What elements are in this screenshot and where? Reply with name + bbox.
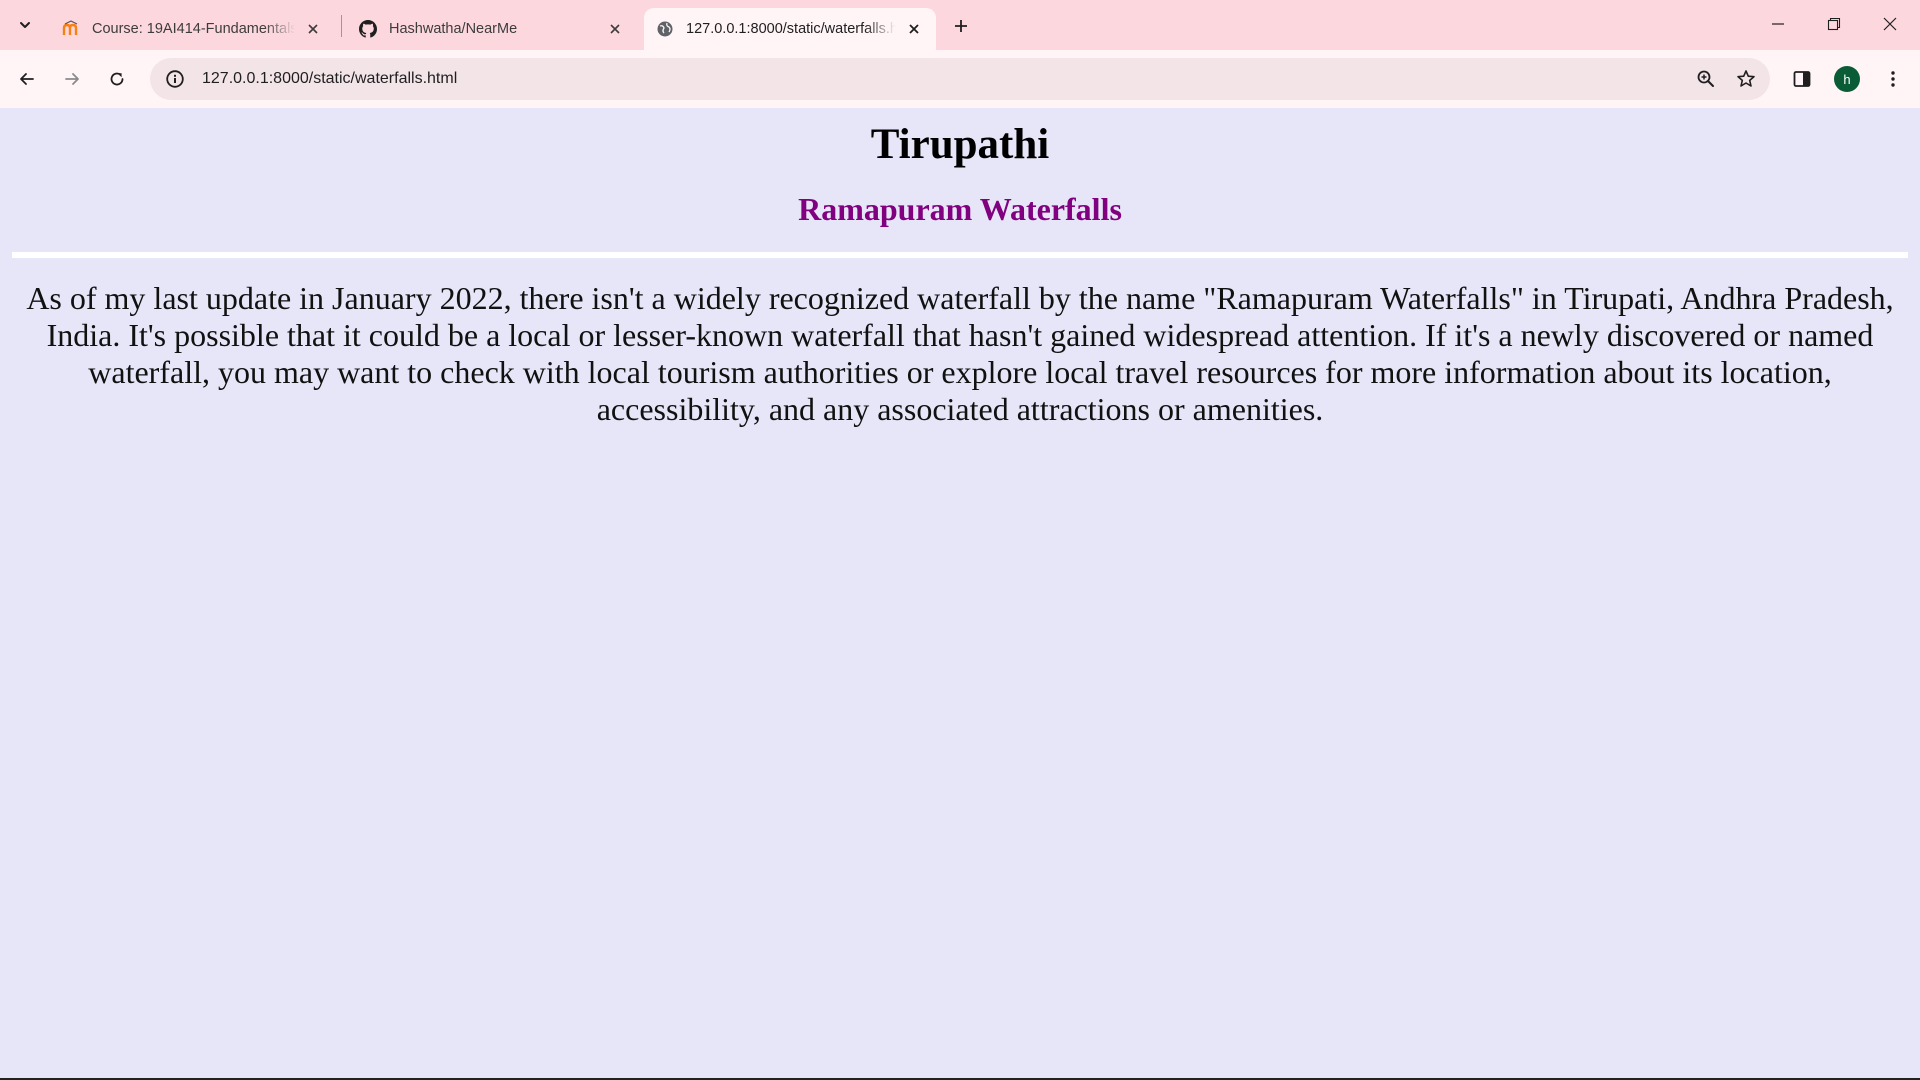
site-info-button[interactable] (154, 58, 196, 100)
divider (12, 252, 1908, 258)
browser-toolbar: 127.0.0.1:8000/static/waterfalls.html h (0, 50, 1920, 108)
tab-github[interactable]: Hashwatha/NearMe (347, 8, 637, 50)
minimize-button[interactable] (1750, 0, 1806, 48)
tab-waterfalls-active[interactable]: 127.0.0.1:8000/static/waterfalls.html (644, 8, 936, 50)
profile-button[interactable]: h (1829, 61, 1865, 97)
tab-search-button[interactable] (10, 8, 40, 42)
more-vert-icon (1891, 71, 1895, 87)
page-title: Tirupathi (870, 121, 1050, 168)
restore-button[interactable] (1806, 0, 1862, 48)
address-bar[interactable]: 127.0.0.1:8000/static/waterfalls.html (150, 58, 1770, 100)
plus-icon (955, 20, 967, 32)
star-icon (1737, 70, 1755, 87)
side-panel-icon (1793, 71, 1811, 87)
url-text[interactable]: 127.0.0.1:8000/static/waterfalls.html (202, 70, 1686, 88)
forward-button[interactable] (54, 61, 90, 97)
back-button[interactable] (9, 61, 45, 97)
reload-button[interactable] (99, 61, 135, 97)
avatar: h (1834, 66, 1860, 92)
new-tab-button[interactable] (946, 11, 976, 41)
zoom-button[interactable] (1686, 59, 1726, 99)
info-icon (166, 70, 184, 88)
page-content: Tirupathi Ramapuram Waterfalls As of my … (0, 108, 1920, 1078)
close-icon (1883, 17, 1897, 31)
arrow-right-icon (65, 73, 79, 85)
globe-icon (656, 20, 674, 38)
bookmark-button[interactable] (1726, 59, 1766, 99)
moodle-icon (62, 20, 80, 38)
tab-course[interactable]: Course: 19AI414-Fundamentals of Web Appl… (50, 8, 335, 50)
tab-title: 127.0.0.1:8000/static/waterfalls.html (686, 21, 896, 37)
tab-title: Hashwatha/NearMe (389, 21, 518, 37)
reload-icon (110, 72, 124, 86)
restore-icon (1827, 17, 1841, 31)
tab-separator (341, 15, 342, 37)
side-panel-button[interactable] (1784, 61, 1820, 97)
menu-button[interactable] (1875, 61, 1911, 97)
tab-title: Course: 19AI414-Fundamentals of Web Appl… (92, 21, 295, 37)
page-subtitle: Ramapuram Waterfalls (798, 191, 1122, 227)
zoom-in-icon (1697, 70, 1714, 87)
tab-strip: Course: 19AI414-Fundamentals of Web Appl… (0, 0, 1920, 50)
close-window-button[interactable] (1862, 0, 1918, 48)
close-icon[interactable] (605, 19, 625, 39)
github-icon (359, 20, 377, 38)
close-icon[interactable] (303, 19, 323, 39)
minimize-icon (1772, 23, 1784, 25)
description-paragraph: As of my last update in January 2022, th… (26, 280, 1894, 427)
close-icon[interactable] (904, 19, 924, 39)
chevron-down-icon (20, 22, 30, 28)
arrow-left-icon (20, 73, 34, 85)
